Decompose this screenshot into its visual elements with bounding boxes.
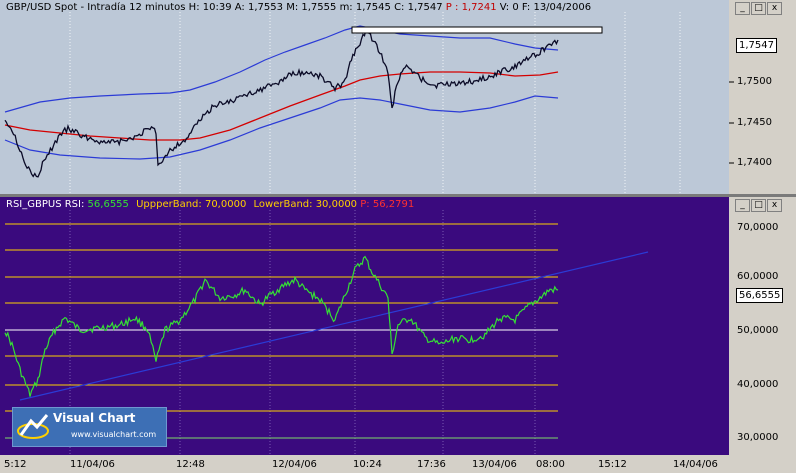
price-tick-label: 1,7500 <box>737 76 772 87</box>
time-tick-label: 13/04/06 <box>472 459 517 470</box>
time-tick-label: 10:24 <box>353 459 382 470</box>
price-tick-label: 1,7400 <box>737 157 772 168</box>
high-time-value: 10:39 <box>202 2 232 13</box>
time-tick-label: 15:12 <box>598 459 627 470</box>
rsi-tick-label: 30,0000 <box>737 432 779 443</box>
price-panel-title: GBP/USD Spot - Intradía 12 minutos H: 10… <box>6 2 591 13</box>
rsi-maximize-button[interactable]: □ <box>751 199 766 212</box>
upper-band-label: UppperBand: <box>136 199 202 210</box>
visual-chart-logo: Visual Chart www.visualchart.com <box>12 407 167 447</box>
rsi-close-button[interactable]: x <box>767 199 782 212</box>
rsi-label: RSI_GBPUS RSI: <box>6 199 85 210</box>
open-label: A: <box>234 2 245 13</box>
logo-url: www.visualchart.com <box>71 430 157 439</box>
rsi-p-value: 56,2791 <box>372 199 415 210</box>
symbol-label: GBP/USD Spot - Intradía 12 minutos <box>6 2 186 13</box>
min-value: 1,7545 <box>355 2 391 13</box>
p-value: 1,7241 <box>461 2 497 13</box>
price-close-button[interactable]: x <box>767 2 782 15</box>
price-minimize-button[interactable]: _ <box>735 2 750 15</box>
rsi-minimize-button[interactable]: _ <box>735 199 750 212</box>
rsi-panel-title: RSI_GBPUS RSI: 56,6555 UppperBand: 70,00… <box>6 199 414 210</box>
volume-value: 0 <box>512 2 519 13</box>
time-tick-label: 12:48 <box>176 459 205 470</box>
lower-band-value: 30,0000 <box>315 199 358 210</box>
current-price-badge: 1,7547 <box>736 38 777 53</box>
time-tick-label: 08:00 <box>536 459 565 470</box>
rsi-tick-label: 70,0000 <box>737 222 779 233</box>
lower-band-label: LowerBand: <box>253 199 313 210</box>
time-tick-label: 12/04/06 <box>272 459 317 470</box>
p-label: P : <box>445 2 459 13</box>
date-value: 13/04/2006 <box>533 2 592 13</box>
max-value: 1,7555 <box>301 2 337 13</box>
time-tick-label: 5:12 <box>4 459 27 470</box>
rsi-tick-label: 40,0000 <box>737 379 779 390</box>
chart-drawing <box>4 12 734 455</box>
upper-band-value: 70,0000 <box>204 199 247 210</box>
time-tick-label: 11/04/06 <box>70 459 115 470</box>
rsi-value: 56,6555 <box>87 199 129 210</box>
rsi-p-label: P: <box>360 199 370 210</box>
volume-label: V: <box>499 2 510 13</box>
logo-icon <box>17 414 49 439</box>
open-value: 1,7553 <box>248 2 283 13</box>
max-label: M: <box>286 2 299 13</box>
time-tick-label: 14/04/06 <box>673 459 718 470</box>
close-value: 1,7547 <box>407 2 443 13</box>
min-label: m: <box>339 2 353 13</box>
price-maximize-button[interactable]: □ <box>751 2 766 15</box>
current-rsi-badge: 56,6555 <box>736 288 784 303</box>
rsi-tick-label: 60,0000 <box>737 271 779 282</box>
rsi-tick-label: 50,0000 <box>737 325 779 336</box>
time-tick-label: 17:36 <box>417 459 446 470</box>
price-tick-label: 1,7450 <box>737 117 772 128</box>
close-label: C: <box>394 2 405 13</box>
high-time-label: H: <box>188 2 200 13</box>
date-label: F: <box>521 2 531 13</box>
logo-title: Visual Chart <box>53 411 136 425</box>
